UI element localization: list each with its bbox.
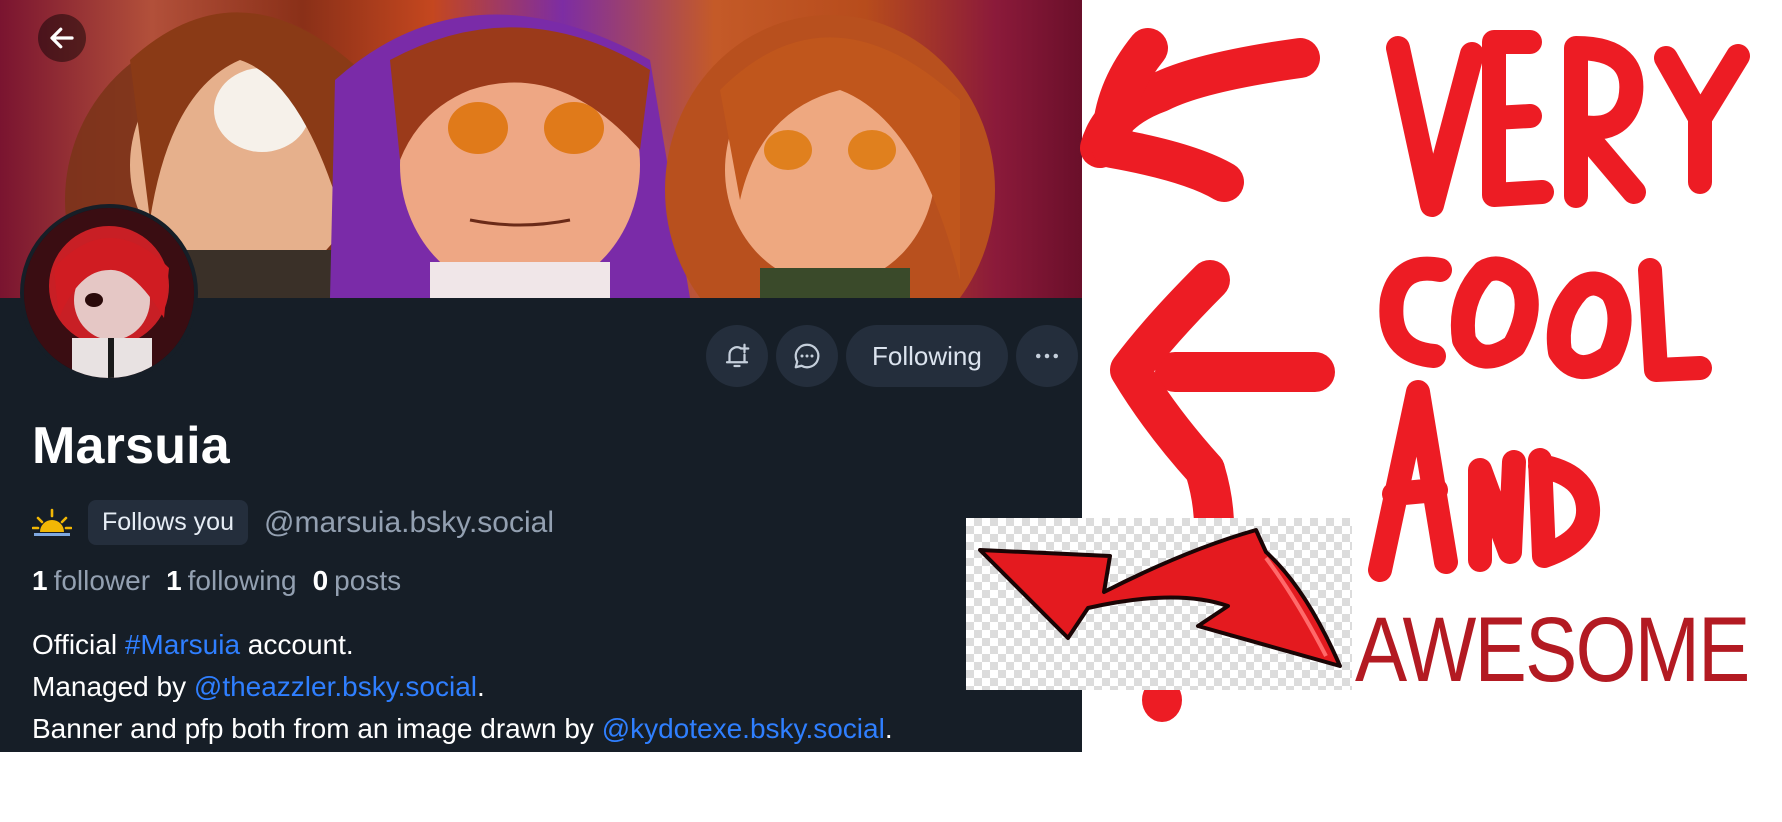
mention-link[interactable]: @theazzler.bsky.social	[194, 671, 477, 702]
bio-text: .	[884, 713, 893, 744]
letter-stroke	[1528, 448, 1601, 568]
posts-count: 0	[312, 565, 329, 596]
posts-stat: 0 posts	[313, 565, 402, 597]
profile-bio: Official #Marsuia account. Managed by @t…	[32, 624, 893, 750]
bio-text: Official	[32, 629, 125, 660]
bio-text: account.	[240, 629, 354, 660]
followers-count: 1	[32, 565, 48, 596]
back-button[interactable]	[38, 14, 86, 62]
letter-stroke	[1386, 36, 1484, 217]
profile-panel: Following Marsuia Follows you @marsuia.b…	[0, 0, 1082, 752]
profile-actions: Following	[706, 325, 1078, 387]
avatar-image	[24, 208, 194, 378]
profile-meta-row: Follows you @marsuia.bsky.social	[32, 500, 554, 545]
posts-label: posts	[334, 565, 402, 596]
arrow-annotation	[1110, 260, 1230, 490]
message-button[interactable]	[776, 325, 838, 387]
sunrise-icon	[32, 508, 72, 536]
profile-handle[interactable]: @marsuia.bsky.social	[264, 506, 554, 540]
curved-arrow-icon	[978, 528, 1342, 668]
letter-stroke	[1564, 36, 1646, 208]
letter-stroke	[1368, 380, 1458, 582]
bio-line: Banner and pfp both from an image drawn …	[32, 708, 893, 750]
letter-stroke	[1379, 256, 1452, 368]
letter-stroke	[1450, 256, 1539, 369]
bell-plus-icon	[725, 343, 750, 368]
bio-line: Managed by @theazzler.bsky.social.	[32, 666, 893, 708]
followers-label: follower	[53, 565, 151, 596]
arrow-left-icon	[50, 27, 74, 49]
letter-stroke	[1638, 258, 1712, 382]
avatar[interactable]	[20, 204, 198, 382]
hashtag-link[interactable]: #Marsuia	[125, 629, 240, 660]
profile-stats: 1 follower 1 following 0 posts	[32, 565, 401, 597]
mention-link[interactable]: @kydotexe.bsky.social	[602, 713, 885, 744]
more-options-button[interactable]	[1015, 325, 1078, 387]
awesome-text: AWESOME	[1355, 599, 1750, 701]
notify-button[interactable]	[706, 325, 768, 387]
chat-bubble-icon	[794, 343, 820, 369]
bio-line: Official #Marsuia account.	[32, 624, 893, 666]
ellipsis-icon	[1035, 353, 1058, 359]
bio-text: .	[477, 671, 485, 702]
following-stat[interactable]: 1 following	[166, 565, 297, 597]
bio-text: Managed by	[32, 671, 194, 702]
arrow-annotation	[1080, 38, 1320, 168]
arrow-annotation	[1091, 28, 1244, 202]
letter-stroke	[1654, 44, 1750, 194]
letter-stroke	[1482, 30, 1554, 207]
follows-you-badge: Follows you	[88, 500, 248, 545]
followers-stat[interactable]: 1 follower	[32, 565, 150, 597]
display-name: Marsuia	[32, 417, 230, 475]
following-button[interactable]: Following	[846, 325, 1008, 387]
letter-stroke	[1546, 271, 1632, 380]
bio-text: Banner and pfp both from an image drawn …	[32, 713, 602, 744]
following-count: 1	[166, 565, 182, 596]
letter-stroke	[1468, 450, 1526, 572]
following-label: following	[187, 565, 297, 596]
